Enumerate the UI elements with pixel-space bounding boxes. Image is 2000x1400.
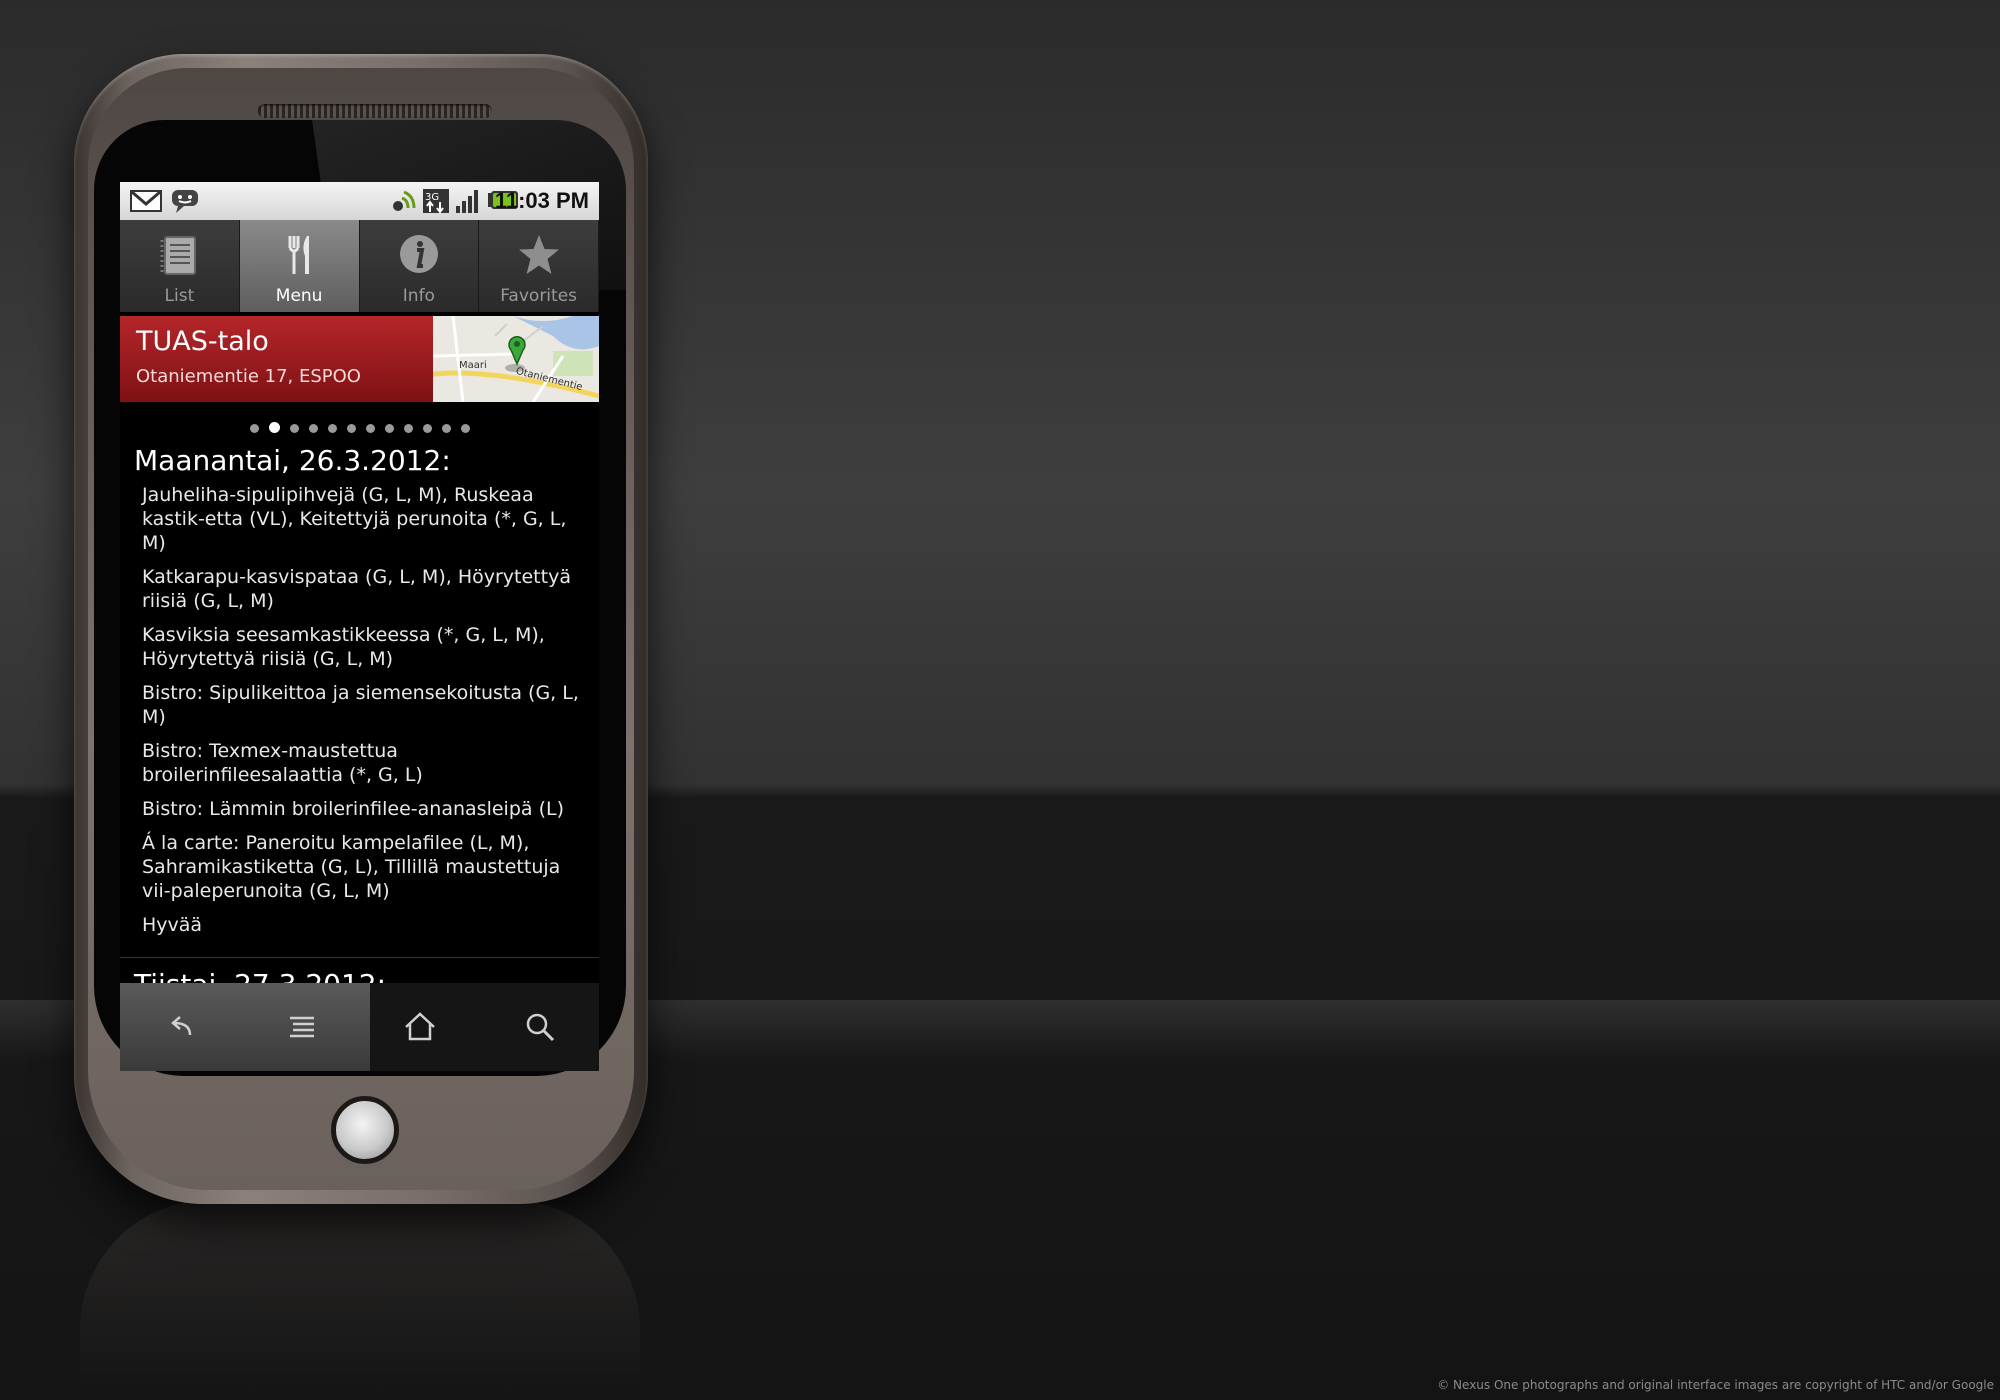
tab-favorites[interactable]: Favorites (479, 220, 599, 312)
page-dot (268, 422, 280, 433)
star-icon (518, 235, 559, 274)
page-dot (289, 424, 299, 433)
fork-knife-icon (288, 236, 310, 274)
gmail-icon (130, 190, 162, 212)
page-dot (441, 424, 451, 433)
tab-label: Menu (275, 286, 323, 306)
tab-info[interactable]: Info (360, 220, 480, 312)
page-dot (460, 424, 470, 433)
search-icon[interactable] (518, 1005, 562, 1049)
menu-item: Á la carte: Paneroitu kampelafilee (L, M… (142, 832, 561, 902)
tab-menu[interactable]: Menu (239, 220, 360, 312)
restaurant-header: TUAS-talo Otaniementie 17, ESPOO (120, 316, 433, 402)
tab-list[interactable]: List (120, 220, 240, 312)
page-dot (346, 424, 356, 433)
page-dot (422, 424, 432, 433)
3g-data-icon: 3G (423, 189, 449, 214)
page-dot (384, 424, 394, 433)
status-clock: 11:03 PM (494, 188, 589, 213)
menu-item: Hyvää (142, 914, 203, 936)
day-heading: Tiistai, 27.3.2012: (134, 968, 599, 983)
map-label: Maari (459, 360, 487, 371)
back-icon[interactable] (160, 1005, 204, 1049)
page-dot (403, 424, 413, 433)
page-indicator (120, 418, 599, 437)
messaging-icon (172, 190, 198, 213)
day-separator (120, 957, 599, 958)
phone-reflection (80, 1200, 640, 1400)
menu-item: Jauheliha-sipulipihvejä (G, L, M), Ruske… (142, 484, 567, 554)
list-icon (160, 236, 197, 275)
tab-bar: List Menu Info Favorites (120, 220, 599, 312)
signal-icon (456, 190, 478, 213)
info-icon (399, 235, 438, 273)
page-dot (327, 424, 337, 433)
restaurant-name: TUAS-talo (136, 326, 269, 357)
menu-item: Kasviksia seesamkastikkeessa (*, G, L, M… (142, 624, 545, 670)
menu-icon[interactable] (280, 1005, 324, 1049)
home-icon[interactable] (398, 1005, 442, 1049)
menu-item: Bistro: Sipulikeittoa ja siemensekoitust… (142, 682, 579, 728)
app-screen: 3G 11:03 PM List Menu Info Favorites TUA… (120, 182, 599, 983)
tab-label: Favorites (500, 286, 578, 306)
map-thumbnail[interactable]: Maari Otaniementie (433, 316, 599, 402)
copyright-notice: © Nexus One photographs and original int… (1437, 1378, 1994, 1392)
menu-item: Bistro: Texmex-maustettua broilerinfilee… (142, 740, 423, 786)
svg-text:3G: 3G (425, 192, 439, 203)
menu-content: Maanantai, 26.3.2012: Jauheliha-sipulipih… (120, 444, 599, 983)
page-dot (308, 424, 318, 433)
page-dot (365, 424, 375, 433)
earpiece-speaker (258, 104, 492, 118)
trackball-button[interactable] (331, 1096, 399, 1164)
sync-icon (393, 190, 416, 211)
day-heading: Maanantai, 26.3.2012: (134, 444, 451, 477)
menu-item: Katkarapu-kasvispataa (G, L, M), Höyryte… (142, 566, 571, 612)
hardware-nav-bar (120, 983, 599, 1071)
page-dot (249, 424, 259, 433)
tab-label: Info (402, 286, 435, 306)
restaurant-address: Otaniementie 17, ESPOO (136, 366, 361, 387)
status-bar: 3G 11:03 PM (120, 182, 599, 221)
menu-item: Bistro: Lämmin broilerinfilee-ananasleip… (142, 798, 564, 820)
tab-label: List (164, 286, 195, 306)
